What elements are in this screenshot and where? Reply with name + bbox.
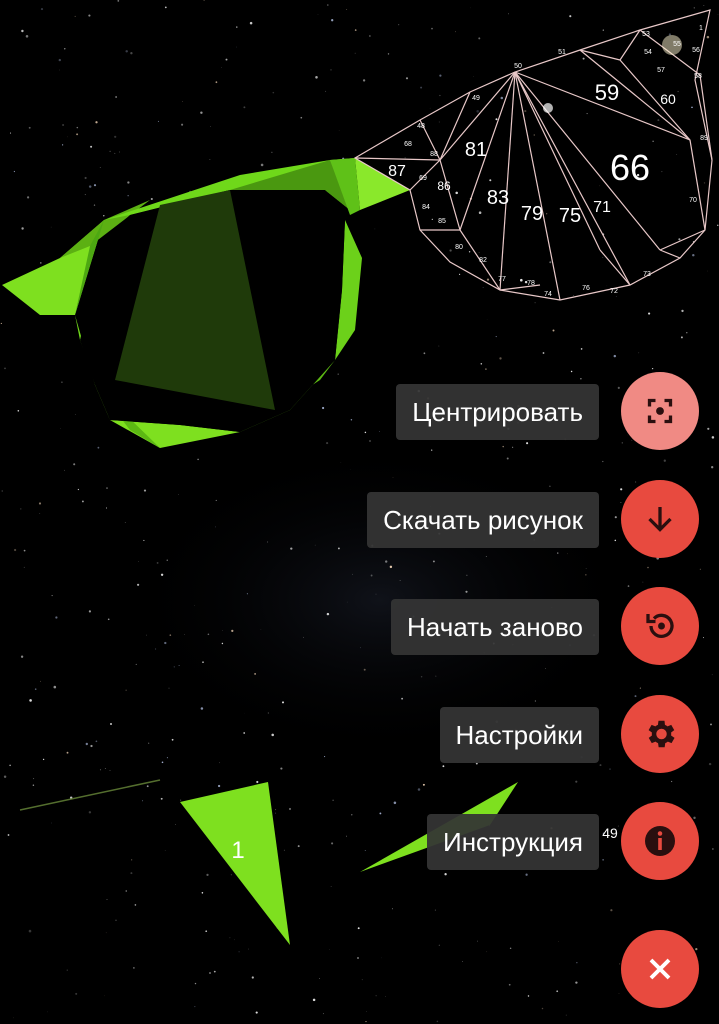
download-icon <box>648 507 672 532</box>
close-menu-button[interactable] <box>621 930 699 1008</box>
piece-number: 1 <box>699 25 703 32</box>
piece-number: 69 <box>419 175 427 182</box>
piece-number: 54 <box>644 49 652 56</box>
menu-item-center[interactable]: Центрировать <box>0 370 719 454</box>
piece-number: 81 <box>465 139 487 161</box>
piece-number: 89 <box>700 135 708 142</box>
piece-number: 80 <box>455 244 463 251</box>
piece-number: 77 <box>498 276 506 283</box>
info-icon <box>645 826 675 856</box>
piece-number: 86 <box>437 179 451 193</box>
menu-item-restart[interactable]: Начать заново <box>0 585 719 669</box>
piece-number: 49 <box>472 95 480 102</box>
center-focus-button[interactable] <box>621 372 699 450</box>
piece-number: 85 <box>438 218 446 225</box>
center-focus-icon <box>647 398 673 424</box>
piece-number: 68 <box>404 141 412 148</box>
piece-number: 56 <box>692 47 700 54</box>
restart-icon <box>646 613 674 638</box>
restart-button[interactable] <box>621 587 699 665</box>
piece-number: 71 <box>593 199 611 216</box>
piece-number: 84 <box>422 204 430 211</box>
piece-number: 82 <box>479 257 487 264</box>
piece-number: 78 <box>527 280 535 287</box>
piece-number: 57 <box>657 67 665 74</box>
piece-number: 55 <box>673 41 681 48</box>
piece-number: 53 <box>642 31 650 38</box>
piece-number: 50 <box>514 63 522 70</box>
download-button[interactable] <box>621 480 699 558</box>
center-label[interactable]: Центрировать <box>396 384 599 440</box>
restart-label[interactable]: Начать заново <box>391 599 599 655</box>
menu-item-settings[interactable]: Настройки <box>0 693 719 777</box>
settings-label[interactable]: Настройки <box>439 707 599 763</box>
piece-number: 66 <box>610 147 650 188</box>
piece-number: 48 <box>417 123 425 130</box>
piece-number: 88 <box>430 151 438 158</box>
piece-number: 87 <box>388 163 406 180</box>
piece-number: 74 <box>544 291 552 298</box>
close-icon <box>649 958 671 980</box>
piece-number: 59 <box>595 80 619 105</box>
piece-number: 75 <box>559 205 581 227</box>
piece-number: 83 <box>487 187 509 209</box>
piece-number: 73 <box>643 271 651 278</box>
piece-number: 60 <box>660 91 676 107</box>
piece-number: 70 <box>689 197 697 204</box>
instructions-label[interactable]: Инструкция <box>427 814 599 870</box>
piece-number: 51 <box>558 49 566 56</box>
piece-number: 72 <box>610 288 618 295</box>
gear-icon <box>648 720 675 748</box>
piece-number: 58 <box>694 73 702 80</box>
instructions-button[interactable] <box>621 802 699 880</box>
menu-item-download[interactable]: Скачать рисунок <box>0 478 719 562</box>
piece-number: 79 <box>521 203 543 225</box>
menu-item-instructions[interactable]: Инструкция <box>0 800 719 884</box>
piece-number: 76 <box>582 285 590 292</box>
download-label[interactable]: Скачать рисунок <box>367 492 599 548</box>
settings-button[interactable] <box>621 695 699 773</box>
